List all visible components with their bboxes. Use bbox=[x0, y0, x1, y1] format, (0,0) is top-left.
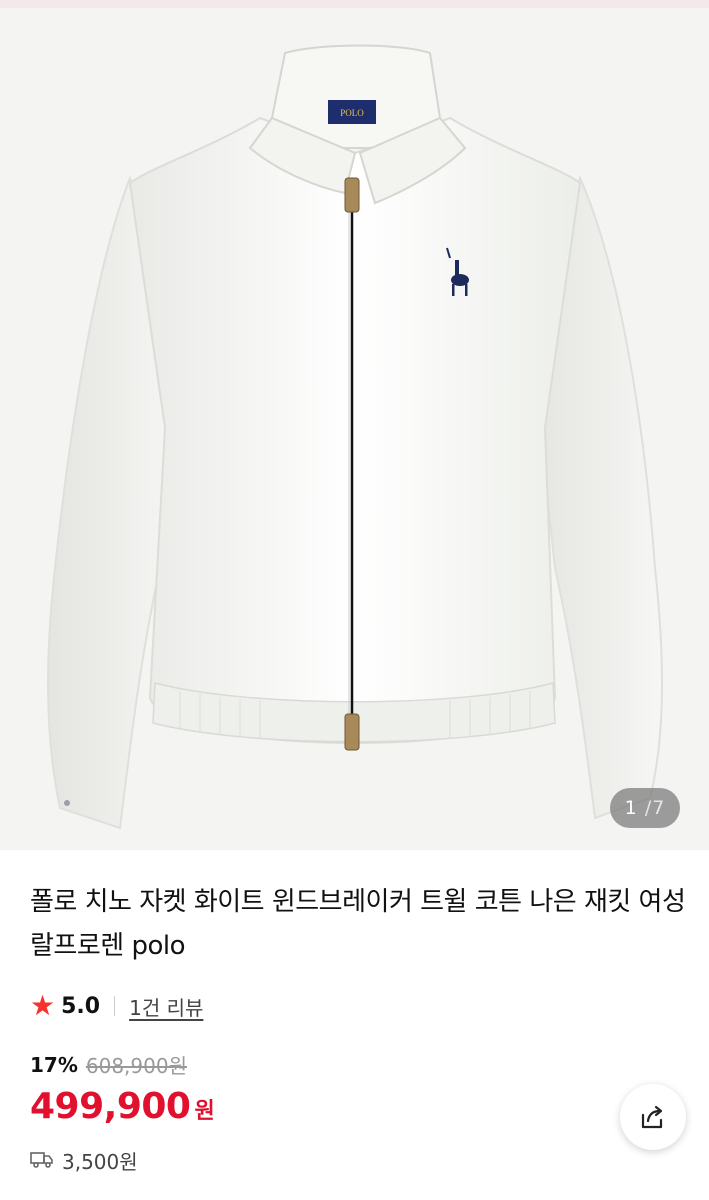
rating-row: ★ 5.0 1건 리뷰 bbox=[30, 988, 203, 1024]
star-icon: ★ bbox=[30, 989, 56, 1022]
price-currency: 원 bbox=[194, 1099, 215, 1124]
sale-price: 499,900 bbox=[30, 1086, 191, 1127]
share-icon bbox=[641, 1105, 663, 1129]
status-bar-strip bbox=[0, 0, 709, 8]
image-counter-current: 1 bbox=[624, 797, 638, 819]
svg-text:POLO: POLO bbox=[340, 108, 364, 118]
rating-divider bbox=[114, 996, 116, 1016]
rating-score: 5.0 bbox=[61, 993, 101, 1019]
original-price: 608,900원 bbox=[85, 1054, 187, 1078]
discount-row: 17% 608,900원 bbox=[30, 1050, 187, 1079]
reviews-link[interactable]: 1건 리뷰 bbox=[129, 992, 203, 1021]
discount-percent: 17% bbox=[30, 1052, 78, 1077]
product-image-gallery[interactable]: POLO 1 /7 bbox=[0, 8, 709, 850]
image-counter: 1 /7 bbox=[610, 788, 680, 828]
product-image: POLO bbox=[47, 44, 663, 830]
shipping-fee: 3,500원 bbox=[62, 1150, 138, 1174]
product-title: 폴로 치노 자켓 화이트 윈드브레이커 트윌 코튼 나은 재킷 여성 랄프로렌 … bbox=[30, 887, 686, 961]
share-button[interactable] bbox=[620, 1084, 686, 1150]
truck-icon bbox=[30, 1149, 54, 1173]
image-counter-total: 7 bbox=[652, 797, 666, 819]
shipping-row: 3,500원 bbox=[30, 1146, 138, 1175]
price-row: 499,900 원 bbox=[30, 1086, 215, 1127]
